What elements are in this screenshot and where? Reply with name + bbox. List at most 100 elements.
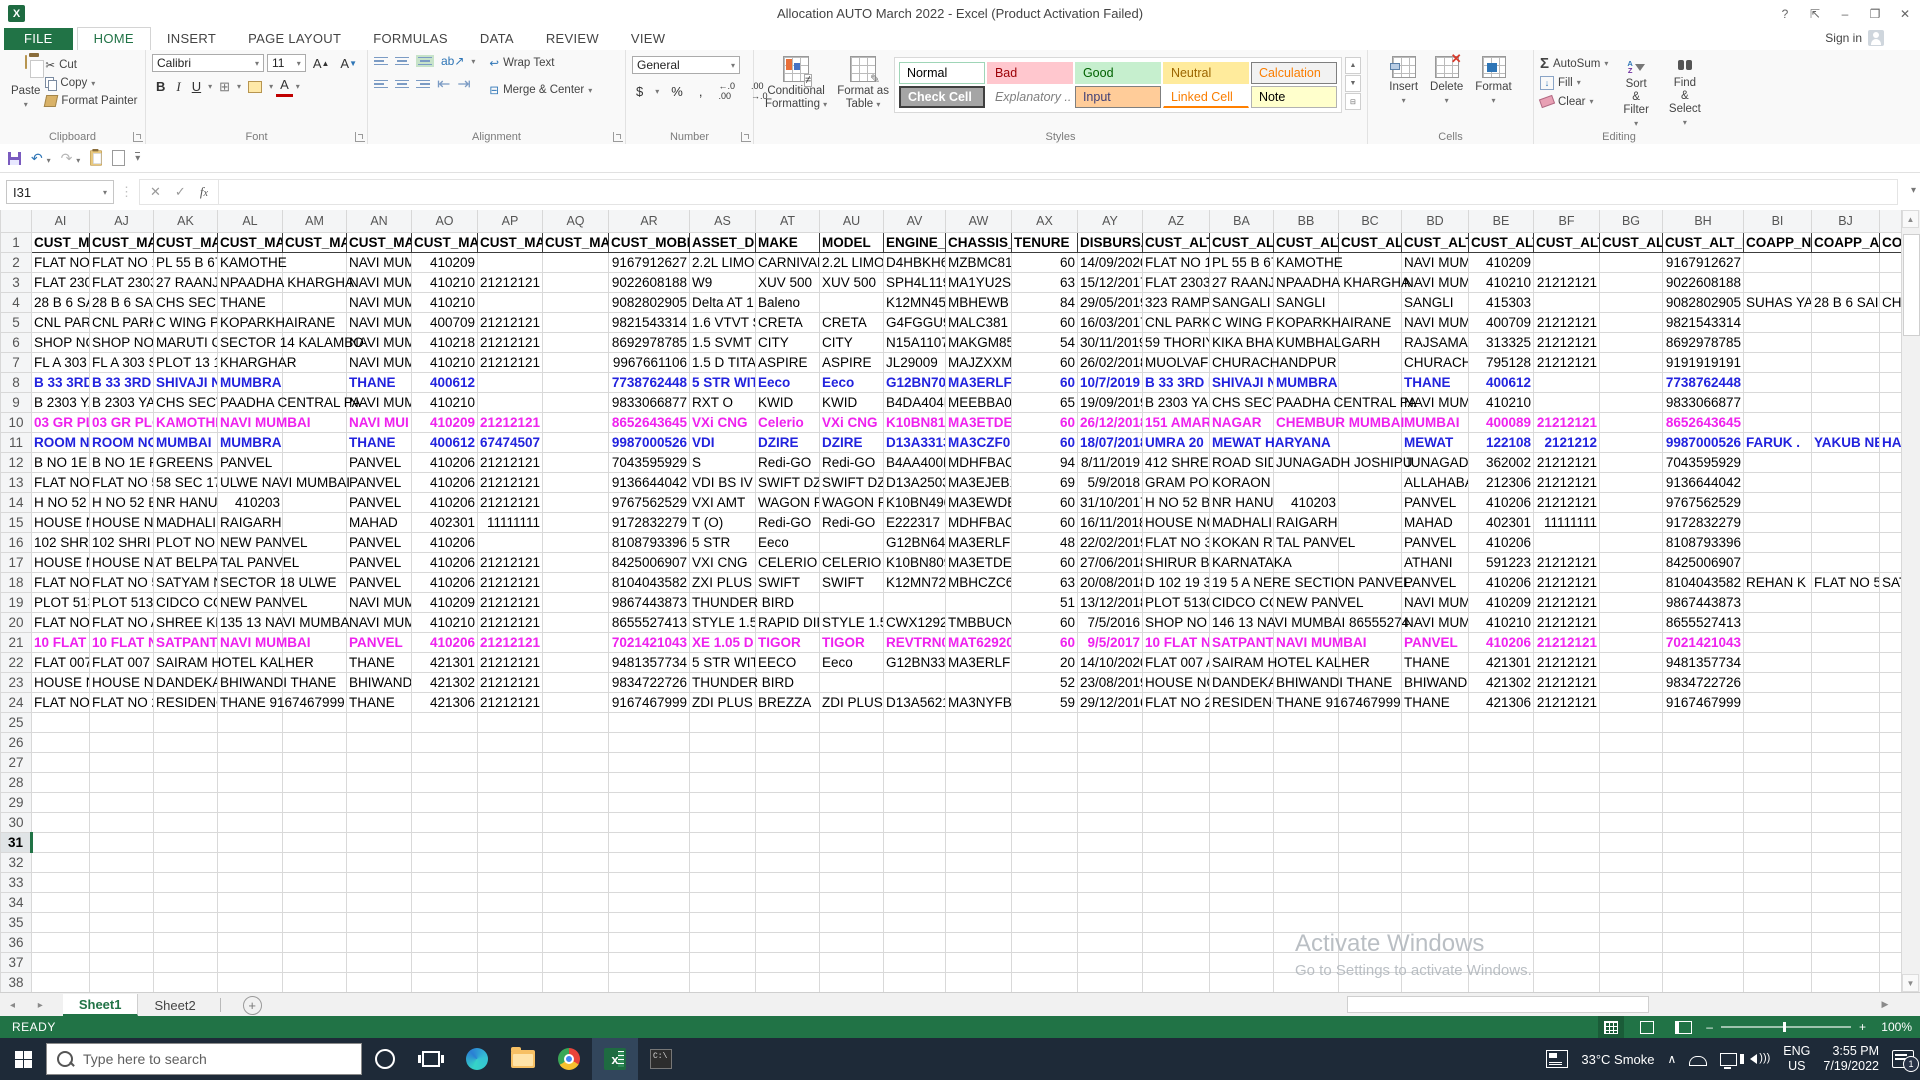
cell-BE35[interactable] — [1468, 912, 1534, 933]
cancel-formula-icon[interactable]: ✕ — [150, 184, 161, 200]
cell-AT31[interactable] — [755, 832, 820, 853]
cell-AJ17[interactable]: HOUSE NO — [89, 552, 154, 573]
cell-AZ34[interactable] — [1142, 892, 1210, 913]
format-painter-button[interactable]: Format Painter — [44, 92, 137, 110]
cell-BC32[interactable] — [1338, 852, 1402, 873]
cell-AZ6[interactable]: 59 THORIY — [1142, 332, 1210, 353]
row-header-19[interactable]: 19 — [0, 591, 32, 613]
cell-BB36[interactable] — [1273, 932, 1339, 953]
cell-AP21[interactable]: 21212121 — [477, 632, 543, 653]
cell-BG38[interactable] — [1599, 972, 1663, 992]
cell-AV26[interactable] — [883, 732, 946, 753]
cell-AM27[interactable] — [282, 752, 347, 773]
row-header-33[interactable]: 33 — [0, 871, 32, 893]
cell-AX17[interactable]: 60 — [1011, 552, 1078, 573]
cell-BE18[interactable]: 410206 — [1468, 572, 1534, 593]
accounting-format-icon[interactable]: $ — [632, 82, 647, 100]
cell-BK10[interactable] — [1879, 412, 1902, 433]
cell-BJ26[interactable] — [1811, 732, 1880, 753]
cell-AT14[interactable]: WAGON R — [755, 492, 820, 513]
cell-BF10[interactable]: 21212121 — [1533, 412, 1600, 433]
row-header-15[interactable]: 15 — [0, 511, 32, 533]
cell-BH13[interactable]: 9136644042 — [1662, 472, 1744, 493]
cell-BF5[interactable]: 21212121 — [1533, 312, 1600, 333]
cell-AJ9[interactable]: B 2303 YA — [89, 392, 154, 413]
conditional-formatting-button[interactable]: ConditionalFormatting ▾ — [760, 54, 832, 113]
cell-AV12[interactable]: B4AA400E — [883, 452, 946, 473]
cell-AN28[interactable] — [346, 772, 412, 793]
cell-AK27[interactable] — [153, 752, 218, 773]
cell-AX13[interactable]: 69 — [1011, 472, 1078, 493]
cell-AJ25[interactable] — [89, 712, 154, 733]
cell-BC4[interactable] — [1338, 292, 1402, 313]
cell-BF18[interactable]: 21212121 — [1533, 572, 1600, 593]
cell-style-input[interactable]: Input — [1074, 86, 1161, 108]
row-header-30[interactable]: 30 — [0, 811, 32, 833]
cell-AL27[interactable] — [217, 752, 283, 773]
cell-BH26[interactable] — [1662, 732, 1744, 753]
cut-button[interactable]: ✂ Cut — [45, 56, 137, 74]
cell-AJ14[interactable]: H NO 52 B — [89, 492, 154, 513]
cell-AV6[interactable]: N15A1107 — [883, 332, 946, 353]
taskbar-search-input[interactable]: Type here to search — [46, 1043, 362, 1075]
fill-button[interactable]: ↓ Fill ▾ — [1540, 73, 1608, 92]
network-icon[interactable] — [1720, 1052, 1738, 1069]
cell-AU25[interactable] — [819, 712, 884, 733]
cell-AS19[interactable]: THUNDER BIRD — [689, 592, 794, 613]
row-header-11[interactable]: 11 — [0, 431, 32, 453]
cell-AT15[interactable]: Redi-GO — [755, 512, 820, 533]
cell-BJ27[interactable] — [1811, 752, 1880, 773]
cell-AO3[interactable]: 410210 — [411, 272, 478, 293]
cell-AT26[interactable] — [755, 732, 820, 753]
cell-AP5[interactable]: 21212121 — [477, 312, 543, 333]
cell-BE9[interactable]: 410210 — [1468, 392, 1534, 413]
cell-BD7[interactable]: CHURACH — [1401, 352, 1469, 373]
cell-AX23[interactable]: 52 — [1011, 672, 1078, 693]
percent-style-icon[interactable]: % — [667, 82, 687, 100]
cell-BE12[interactable]: 362002 — [1468, 452, 1534, 473]
cell-AR37[interactable] — [608, 952, 690, 973]
cell-AK24[interactable]: RESIDENC — [153, 692, 218, 713]
cell-BI18[interactable]: REHAN K — [1743, 572, 1812, 593]
cell-AU34[interactable] — [819, 892, 884, 913]
cell-BA30[interactable] — [1209, 812, 1274, 833]
cell-AY6[interactable]: 30/11/2019 — [1077, 332, 1143, 353]
cell-AQ4[interactable] — [542, 292, 609, 313]
cell-BB33[interactable] — [1273, 872, 1339, 893]
cell-AN12[interactable]: PANVEL — [346, 452, 412, 473]
cell-AO22[interactable]: 421301 — [411, 652, 478, 673]
cell-AS15[interactable]: T (O) — [689, 512, 756, 533]
cell-AK34[interactable] — [153, 892, 218, 913]
column-header-AJ[interactable]: AJ — [89, 210, 154, 233]
cell-AI3[interactable]: FLAT 2303 — [31, 272, 90, 293]
cell-AS21[interactable]: XE 1.05 D — [689, 632, 756, 653]
cell-AP22[interactable]: 21212121 — [477, 652, 543, 673]
insert-cells-button[interactable]: Insert ▾ — [1384, 54, 1423, 109]
cell-AK6[interactable]: MARUTI C — [153, 332, 218, 353]
cell-BK21[interactable] — [1879, 632, 1902, 653]
cell-AW11[interactable]: MA3CZF0 — [945, 432, 1012, 453]
cell-BK7[interactable] — [1879, 352, 1902, 373]
cell-AN17[interactable]: PANVEL — [346, 552, 412, 573]
cell-BK26[interactable] — [1879, 732, 1902, 753]
cell-BG15[interactable] — [1599, 512, 1663, 533]
cell-BA2[interactable]: PL 55 B 67 — [1209, 252, 1274, 273]
cell-AY32[interactable] — [1077, 852, 1143, 873]
cell-AV36[interactable] — [883, 932, 946, 953]
cell-AN11[interactable]: THANE — [346, 432, 412, 453]
cell-BD15[interactable]: MAHAD — [1401, 512, 1469, 533]
cell-AZ37[interactable] — [1142, 952, 1210, 973]
cell-AJ29[interactable] — [89, 792, 154, 813]
cell-AP38[interactable] — [477, 972, 543, 992]
cell-AW2[interactable]: MZBMC81 — [945, 252, 1012, 273]
vertical-scroll-thumb[interactable] — [1903, 234, 1920, 336]
cell-AM28[interactable] — [282, 772, 347, 793]
new-sheet-button[interactable]: + — [242, 995, 262, 1015]
styles-more-icon[interactable]: ⊟ — [1344, 93, 1361, 110]
cell-BH19[interactable]: 9867443873 — [1662, 592, 1744, 613]
cell-AL3[interactable]: NPAADHA KHARGHA — [217, 272, 354, 293]
cell-AN36[interactable] — [346, 932, 412, 953]
cell-AM25[interactable] — [282, 712, 347, 733]
column-header-AQ[interactable]: AQ — [542, 210, 609, 233]
cell-BE15[interactable]: 402301 — [1468, 512, 1534, 533]
